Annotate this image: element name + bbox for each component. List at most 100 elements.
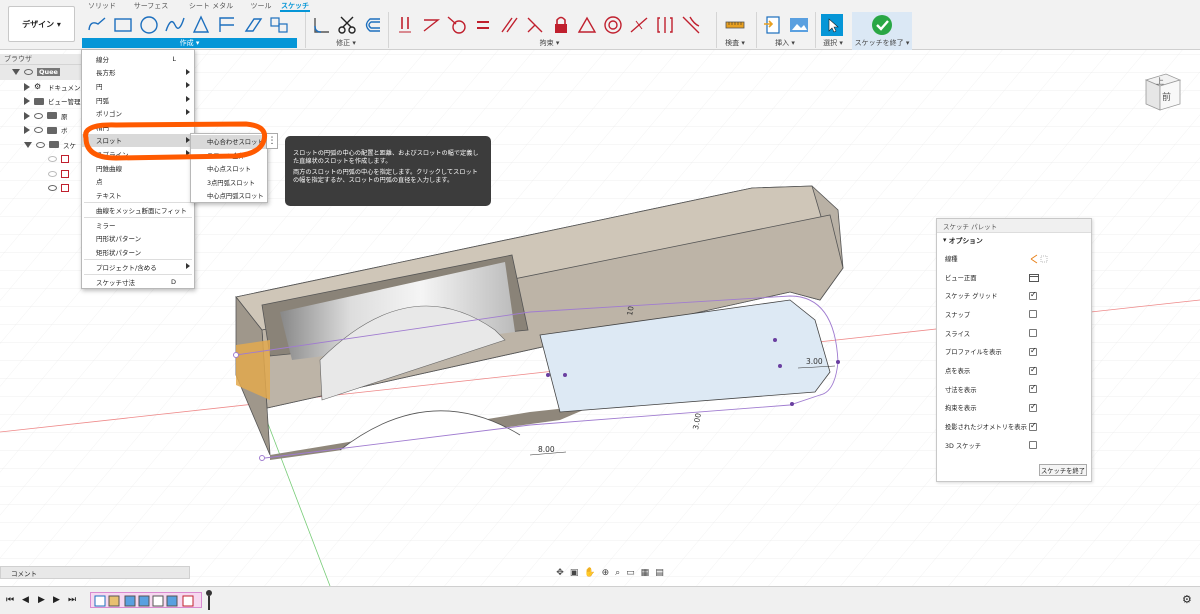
eye-icon[interactable]: [24, 69, 33, 76]
submenu-item-three-point-arc-slot[interactable]: 3点円弧スロット: [191, 176, 267, 190]
menu-item-rectangular-pattern[interactable]: 矩形状パターン: [82, 245, 194, 259]
tab-tools[interactable]: ツール: [242, 0, 280, 12]
insert-group-label[interactable]: 挿入 ▾: [760, 38, 810, 48]
eye-icon[interactable]: [34, 127, 43, 134]
snap-checkbox[interactable]: [1029, 310, 1037, 319]
menu-item-project-include[interactable]: プロジェクト/含める: [82, 260, 194, 274]
midpoint-constraint-icon[interactable]: [628, 14, 650, 36]
symmetry-constraint-icon[interactable]: [654, 14, 676, 36]
timeline-marker[interactable]: [206, 590, 212, 610]
menu-item-fit-curve[interactable]: 曲線をメッシュ断面にフィット: [82, 203, 194, 217]
collinear-constraint-icon[interactable]: [420, 14, 442, 36]
design-workspace-button[interactable]: デザイン ▾: [8, 6, 75, 42]
line-tool-icon[interactable]: [86, 14, 108, 36]
browser-item-root[interactable]: Quee: [0, 65, 82, 80]
browser-item-document[interactable]: ⚙ ドキュメン: [0, 80, 82, 95]
play-icon[interactable]: ▶: [38, 595, 45, 605]
menu-item-line[interactable]: 線分 L: [82, 52, 194, 66]
expand-icon[interactable]: [24, 126, 30, 135]
3d-sketch-checkbox[interactable]: [1029, 441, 1037, 450]
menu-item-arc[interactable]: 円弧: [82, 93, 194, 107]
curvature-constraint-icon[interactable]: [680, 14, 702, 36]
palette-header[interactable]: スケッチ パレット: [937, 219, 1091, 233]
show-constraints-checkbox[interactable]: [1029, 402, 1037, 412]
eye-icon[interactable]: [48, 185, 57, 192]
menu-item-sketch-dimension[interactable]: スケッチ寸法 D: [82, 275, 194, 289]
linetype-icons[interactable]: [1029, 254, 1049, 264]
eye-icon[interactable]: [48, 170, 57, 177]
browser-item-sketch-3[interactable]: [0, 181, 82, 196]
tab-sketch[interactable]: スケッチ: [280, 0, 310, 12]
display-settings-icon[interactable]: ▭: [626, 568, 635, 578]
browser-item-views[interactable]: ビュー管理: [0, 94, 82, 109]
show-points-checkbox[interactable]: [1029, 365, 1037, 375]
go-to-start-icon[interactable]: ⏮: [6, 595, 14, 605]
show-dimensions-checkbox[interactable]: [1029, 383, 1037, 394]
comment-bar[interactable]: コメント: [0, 566, 190, 579]
menu-item-circular-pattern[interactable]: 円形状パターン: [82, 232, 194, 246]
trim-scissors-icon[interactable]: [336, 14, 358, 36]
perpendicular-constraint-icon[interactable]: [524, 14, 546, 36]
fix-lock-icon[interactable]: [550, 14, 572, 36]
browser-item-bodies[interactable]: ボ: [0, 123, 82, 138]
orbit-icon[interactable]: ✥: [556, 568, 564, 578]
tab-surface[interactable]: サーフェス: [122, 0, 180, 12]
spline-tool-icon[interactable]: [164, 14, 186, 36]
submenu-item-center-point-slot[interactable]: 中心点スロット: [191, 162, 267, 176]
eye-icon[interactable]: [34, 112, 43, 119]
sketch-grid-checkbox[interactable]: [1029, 290, 1037, 300]
finish-sketch-label[interactable]: スケッチを終了 ▾: [852, 38, 912, 48]
timeline-features[interactable]: [90, 592, 202, 608]
calendar-look-at-icon[interactable]: [1029, 273, 1039, 282]
camera-icon[interactable]: ▣: [570, 568, 579, 578]
expand-icon[interactable]: [24, 97, 30, 106]
parallel-constraint-icon[interactable]: [498, 14, 520, 36]
step-forward-icon[interactable]: ▶: [53, 595, 60, 605]
palette-section-options[interactable]: ▾ オプション: [937, 233, 1091, 247]
timeline-feature-icons[interactable]: [91, 593, 203, 609]
rectangle-tool-icon[interactable]: [112, 14, 134, 36]
finish-sketch-check-icon[interactable]: [871, 14, 893, 36]
timeline-settings-gear-icon[interactable]: ⚙: [1182, 593, 1192, 606]
arc-tool-icon[interactable]: [216, 14, 238, 36]
menu-item-mirror[interactable]: ミラー: [82, 218, 194, 232]
zoom-icon[interactable]: ⊕: [602, 568, 610, 578]
menu-item-circle[interactable]: 円: [82, 79, 194, 93]
eye-icon[interactable]: [48, 156, 57, 163]
select-group-label[interactable]: 選択 ▾: [818, 38, 848, 48]
concentric-constraint-icon[interactable]: [602, 14, 624, 36]
eye-icon[interactable]: [36, 141, 45, 148]
tab-sheet-metal[interactable]: シート メタル: [180, 0, 242, 12]
menu-item-text[interactable]: テキスト: [82, 188, 194, 202]
tab-solid[interactable]: ソリッド: [82, 0, 122, 12]
coincident-constraint-icon[interactable]: [394, 14, 416, 36]
triangle-constraint-icon[interactable]: [576, 14, 598, 36]
viewports-icon[interactable]: ▤: [655, 568, 664, 578]
fillet-icon[interactable]: [311, 14, 333, 36]
browser-item-origin[interactable]: 原: [0, 109, 82, 124]
project-tool-icon[interactable]: [268, 14, 290, 36]
insert-image-icon[interactable]: [788, 14, 810, 36]
view-cube[interactable]: 上 前: [1142, 70, 1184, 114]
menu-item-point[interactable]: 点: [82, 174, 194, 188]
slice-checkbox[interactable]: [1029, 329, 1037, 338]
step-back-icon[interactable]: ◀: [22, 595, 29, 605]
zoom-window-icon[interactable]: ⌕: [615, 568, 620, 578]
select-cursor-icon[interactable]: [821, 14, 843, 36]
show-projected-checkbox[interactable]: [1029, 421, 1037, 431]
expand-icon[interactable]: [12, 69, 20, 76]
go-to-end-icon[interactable]: ⏭: [68, 595, 76, 605]
constraints-group-label[interactable]: 拘束 ▾: [392, 38, 707, 48]
browser-item-sketch-1[interactable]: [0, 152, 82, 167]
inspect-group-label[interactable]: 検査 ▾: [718, 38, 752, 48]
grid-settings-icon[interactable]: ▦: [641, 568, 650, 578]
browser-header[interactable]: ブラウザ: [0, 54, 82, 65]
expand-icon[interactable]: [24, 111, 30, 120]
extrude-tool-icon[interactable]: [242, 14, 264, 36]
equal-constraint-icon[interactable]: [472, 14, 494, 36]
expand-icon[interactable]: [24, 141, 32, 148]
palette-finish-sketch-button[interactable]: スケッチを終了: [1039, 464, 1087, 476]
modify-group-label[interactable]: 修正 ▾: [310, 38, 382, 48]
pan-hand-icon[interactable]: ✋: [584, 568, 595, 578]
polygon-tool-icon[interactable]: [190, 14, 212, 36]
